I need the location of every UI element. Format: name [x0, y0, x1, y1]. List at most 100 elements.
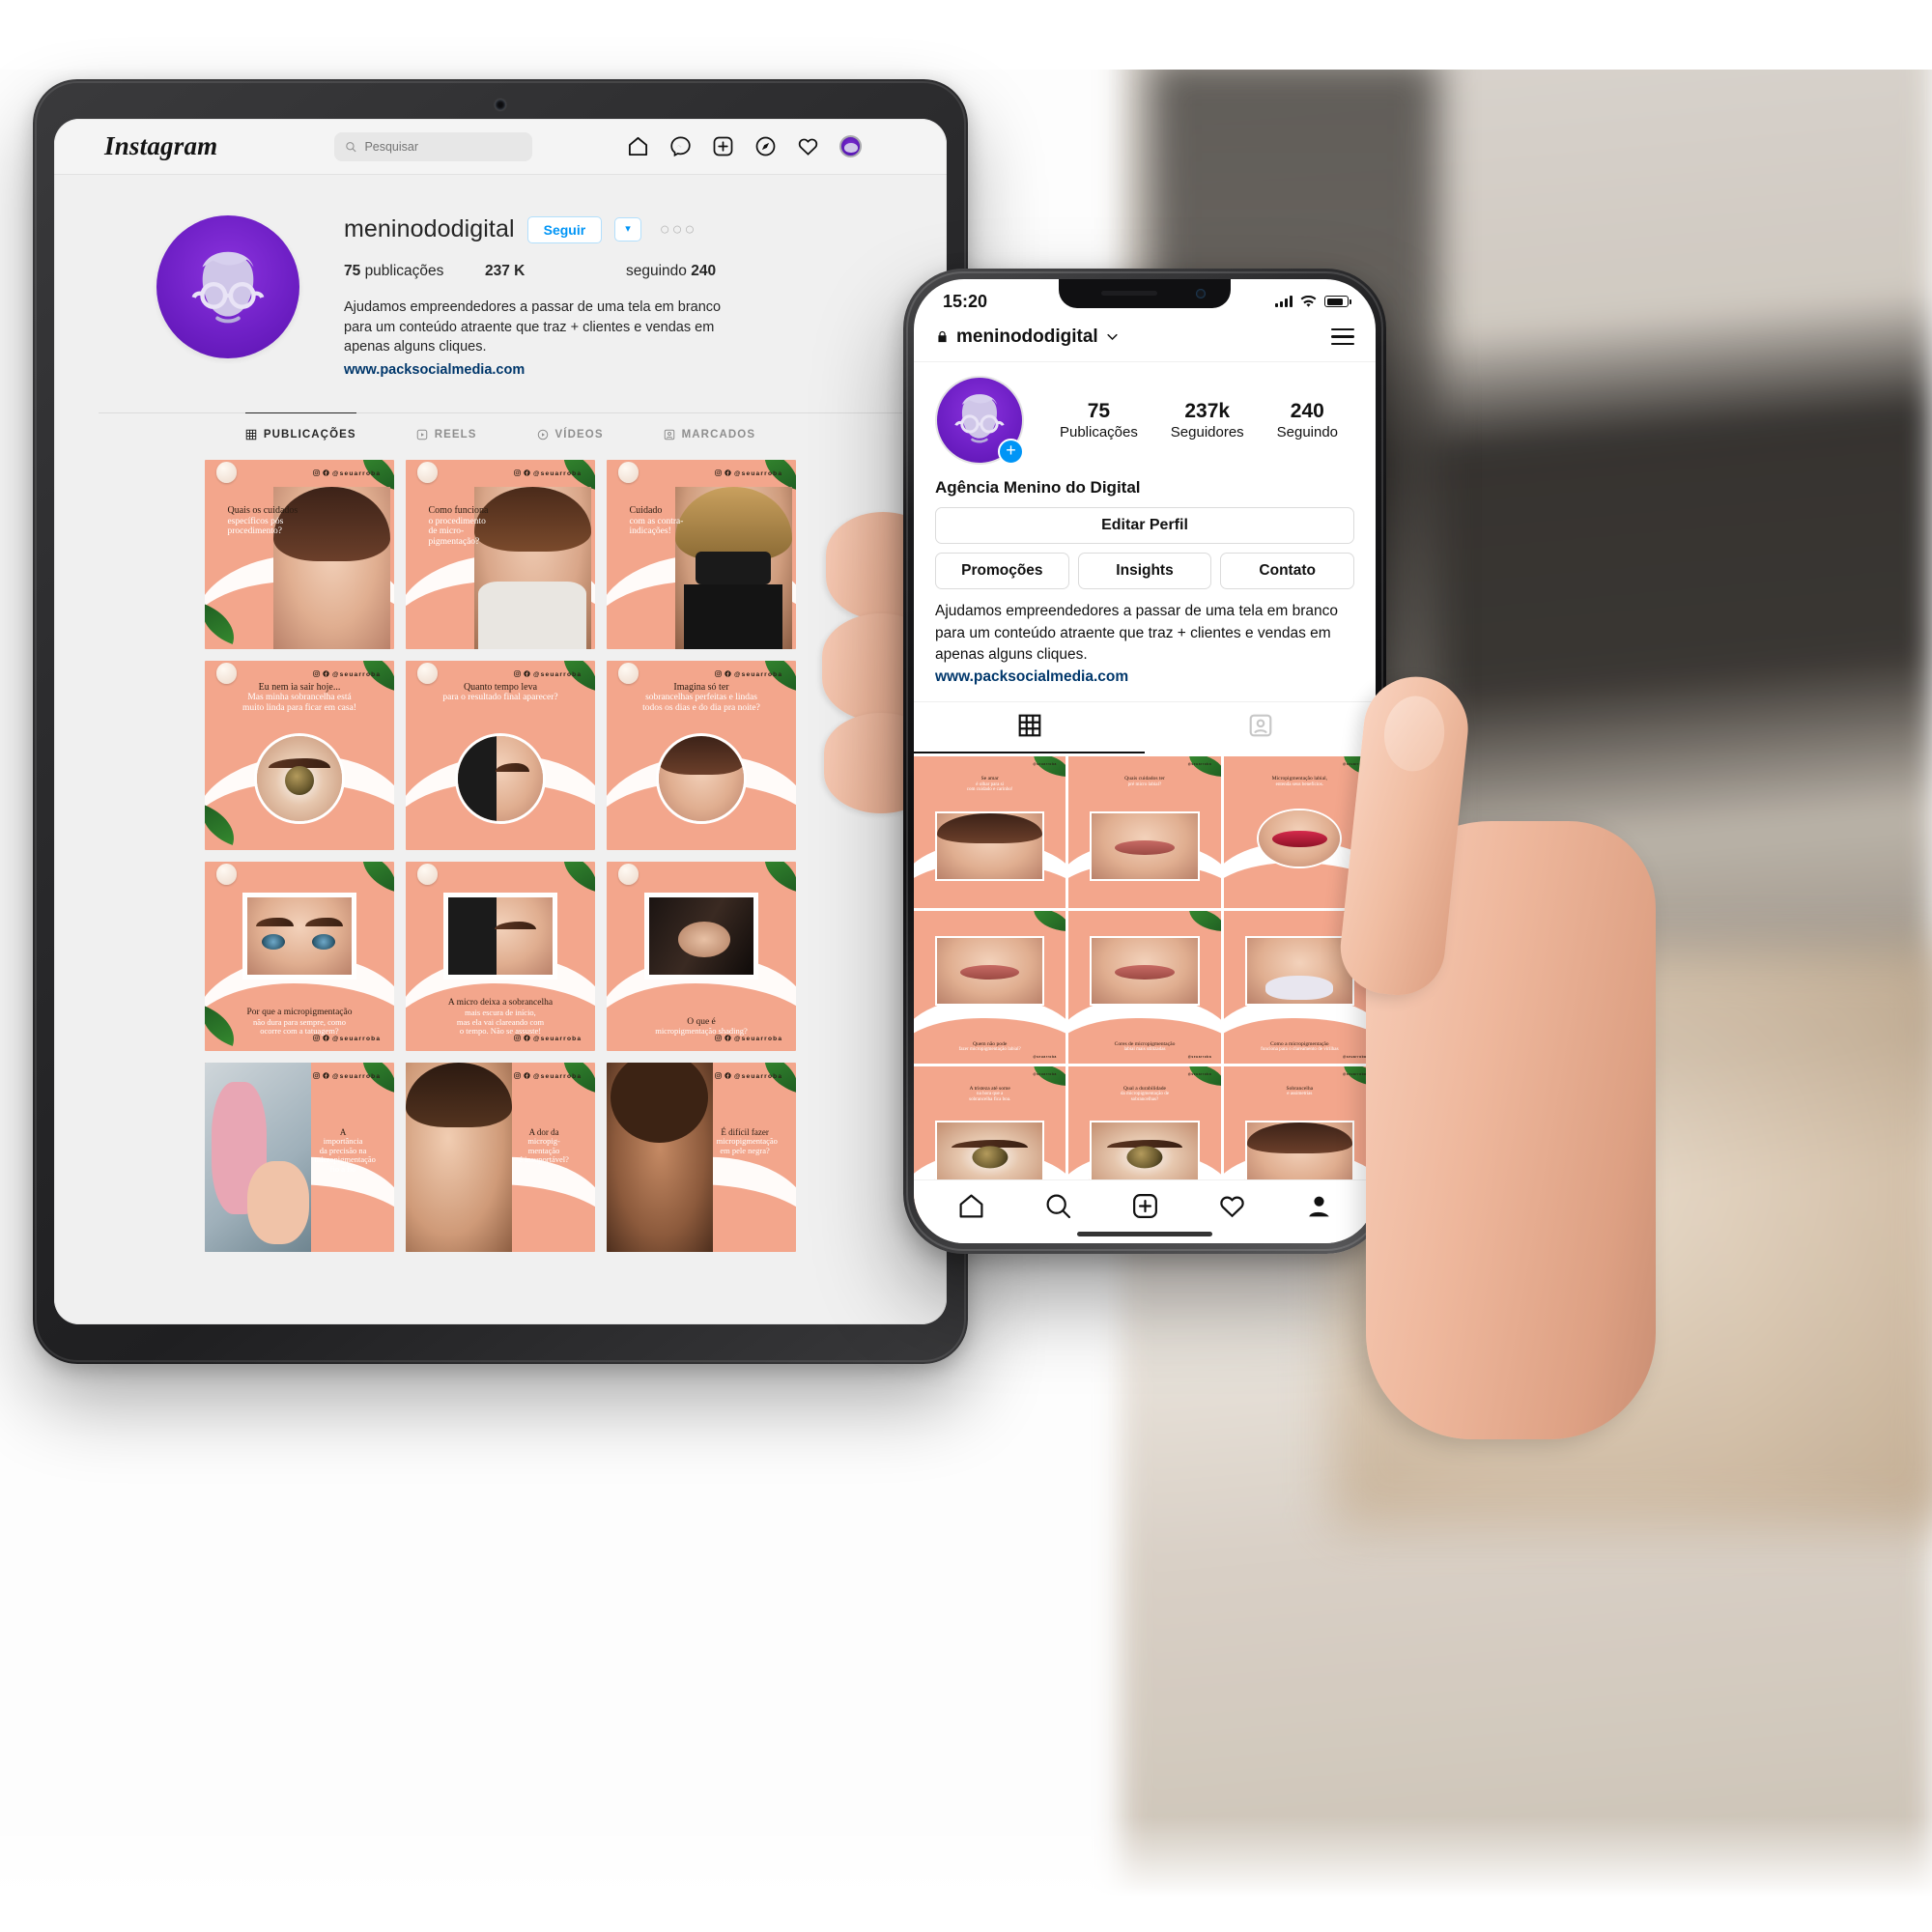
phone-grid-post[interactable]: @seuarroba Quem não pode fazer micropigm… — [914, 911, 1066, 1064]
nav-search-icon[interactable] — [1044, 1192, 1072, 1225]
grid-post[interactable]: @seuarroba Imagina só ter sobrancelhas p… — [607, 661, 796, 851]
grid-post[interactable]: @seuarroba A micro deixa a sobrancelha m… — [406, 862, 595, 1052]
phone-tab-grid[interactable] — [914, 702, 1145, 754]
earpiece-speaker — [1101, 291, 1157, 296]
tagged-icon — [664, 430, 674, 440]
edit-profile-button[interactable]: Editar Perfil — [935, 507, 1354, 545]
post-canvas: @seuarroba A dor da micropig-mentação é i… — [406, 1063, 595, 1253]
follow-dropdown-button[interactable]: ▾ — [614, 217, 641, 242]
phone-post-subtitle-line: fazer micropigmentação labial? — [958, 1046, 1021, 1053]
post-subtitle-line: para o resultado final aparecer? — [442, 693, 558, 703]
pin-decoration — [416, 462, 439, 483]
tab-marcados[interactable]: MARCADOS — [664, 413, 756, 454]
grid-post[interactable]: @seuarroba Quais os cuidados específicos… — [205, 460, 394, 650]
phone-stat-followers[interactable]: 237k Seguidores — [1171, 400, 1244, 440]
phone-website-link[interactable]: www.packsocialmedia.com — [935, 668, 1128, 685]
avatar-face — [843, 142, 858, 153]
facebook-glyph-icon — [724, 1035, 731, 1043]
profile-website-link[interactable]: www.packsocialmedia.com — [344, 360, 525, 381]
grid-post[interactable]: @seuarroba Eu nem ia sair hoje... Mas mi… — [205, 661, 394, 851]
phone-username-group[interactable]: meninododigital — [935, 327, 1120, 348]
grid-post[interactable]: @seuarroba Cuidado com as contra-indicaç… — [607, 460, 796, 650]
post-photo — [253, 732, 346, 824]
post-handle-text: @seuarroba — [532, 470, 582, 478]
facebook-glyph-icon — [323, 469, 329, 478]
profile-tabs: PUBLICAÇÕES REELS VÍDEOS MARCADOS — [99, 412, 902, 454]
post-handle: @seuarroba — [313, 1072, 381, 1081]
post-subtitle: mais escura de início, mas ela vai clarea… — [421, 1009, 581, 1037]
instagram-glyph-icon — [313, 1035, 320, 1043]
right-hand — [1336, 541, 1662, 1488]
follow-button[interactable]: Seguir — [526, 215, 603, 243]
stat-followers-value: 237 K — [485, 263, 526, 279]
tab-publicacoes-label: PUBLICAÇÕES — [263, 429, 356, 441]
contato-button[interactable]: Contato — [1220, 553, 1355, 590]
post-photo — [205, 1063, 311, 1253]
home-icon[interactable] — [627, 135, 649, 157]
phone-bio: Ajudamos empreendedores a passar de uma … — [914, 589, 1376, 688]
stat-following[interactable]: seguindo 240 — [626, 263, 767, 280]
profile-avatar-icon[interactable] — [839, 135, 862, 157]
explore-icon[interactable] — [754, 135, 777, 157]
post-subtitle-line: é insuportável? — [519, 1154, 569, 1165]
insights-button[interactable]: Insights — [1077, 553, 1212, 590]
heart-icon[interactable] — [797, 135, 819, 157]
tab-publicacoes[interactable]: PUBLICAÇÕES — [244, 412, 356, 454]
search-input[interactable] — [364, 139, 522, 154]
more-options-icon[interactable]: ○○○ — [660, 219, 697, 240]
nav-add-icon[interactable] — [1131, 1192, 1159, 1225]
grid-post[interactable]: @seuarroba A dor da micropig-mentação é i… — [406, 1063, 595, 1253]
phone-profile-tabs — [914, 701, 1376, 754]
phone-posts-grid: @seuarroba Se amar é olhar para si com cu… — [914, 753, 1376, 1219]
phone-username: meninododigital — [956, 326, 1098, 347]
nav-heart-icon[interactable] — [1218, 1192, 1246, 1225]
phone-post-subtitle: fazer micropigmentação labial? — [924, 1046, 1055, 1053]
battery-icon — [1324, 296, 1351, 307]
nav-profile-icon[interactable] — [1305, 1192, 1333, 1225]
instagram-glyph-icon — [514, 670, 521, 679]
grid-post[interactable]: @seuarroba Quanto tempo leva para o resu… — [406, 661, 595, 851]
post-title: Cuidado — [629, 505, 663, 517]
grid-post[interactable]: @seuarroba A importância da precisão na mi… — [205, 1063, 394, 1253]
phone-stats: 75 Publicações 237k Seguidores 240 Segui… — [1043, 400, 1354, 440]
stat-posts[interactable]: 75 publicações — [344, 263, 485, 280]
post-photo — [655, 732, 748, 824]
stat-following-value: 240 — [691, 263, 717, 279]
phone-grid-post[interactable]: @seuarroba Cores de micropigmentação lab… — [1068, 911, 1221, 1064]
grid-post[interactable]: @seuarroba O que é micropigmentação shad… — [607, 862, 796, 1052]
tab-reels[interactable]: REELS — [416, 413, 477, 454]
grid-post[interactable]: @seuarroba Por que a micropigmentação nã… — [205, 862, 394, 1052]
tab-marcados-label: MARCADOS — [681, 429, 756, 441]
post-subtitle-line: todos os dias e do dia pra noite? — [642, 702, 760, 713]
phone-stat-following[interactable]: 240 Seguindo — [1277, 400, 1338, 440]
grid-post[interactable]: @seuarroba Como funciona o procedimento d… — [406, 460, 595, 650]
post-photo — [607, 1063, 713, 1253]
tab-videos[interactable]: VÍDEOS — [537, 413, 604, 454]
profile-picture[interactable] — [156, 215, 299, 358]
stat-followers[interactable]: 237 K — [485, 263, 626, 280]
post-canvas: @seuarroba A importância da precisão na mi… — [205, 1063, 394, 1253]
phone-grid-post[interactable]: @seuarroba Se amar é olhar para si com cu… — [914, 756, 1066, 909]
post-caption: Quanto tempo leva para o resultado final… — [406, 682, 595, 703]
post-canvas: @seuarroba A micro deixa a sobrancelha m… — [406, 862, 595, 1051]
promocoes-button[interactable]: Promoções — [935, 553, 1069, 590]
phone-device: 15:20 meninododigital + 75 Publicações 2… — [903, 269, 1386, 1254]
hamburger-icon[interactable] — [1331, 324, 1354, 350]
phone-stat-posts[interactable]: 75 Publicações — [1060, 400, 1138, 440]
facebook-glyph-icon — [524, 1035, 530, 1043]
phone-profile-picture[interactable]: + — [935, 376, 1024, 466]
video-icon — [537, 430, 548, 440]
phone-grid-post[interactable]: @seuarroba Quais cuidados ter pré micro … — [1068, 756, 1221, 909]
instagram-glyph-icon — [514, 469, 521, 478]
instagram-logo[interactable]: Instagram — [104, 131, 240, 161]
stat-posts-value: 75 — [344, 263, 361, 279]
add-story-icon[interactable]: + — [998, 439, 1024, 466]
messenger-icon[interactable] — [669, 135, 692, 157]
phone-tab-tagged[interactable] — [1145, 702, 1376, 753]
post-caption: A dor da micropig-mentação é insuportável… — [500, 1127, 587, 1165]
grid-post[interactable]: @seuarroba É difícil fazer micropigmenta… — [607, 1063, 796, 1253]
post-caption: Quais os cuidados específicos pós procedi… — [213, 505, 315, 536]
nav-home-icon[interactable] — [957, 1192, 985, 1225]
new-post-icon[interactable] — [712, 135, 734, 157]
search-field[interactable] — [334, 131, 532, 161]
